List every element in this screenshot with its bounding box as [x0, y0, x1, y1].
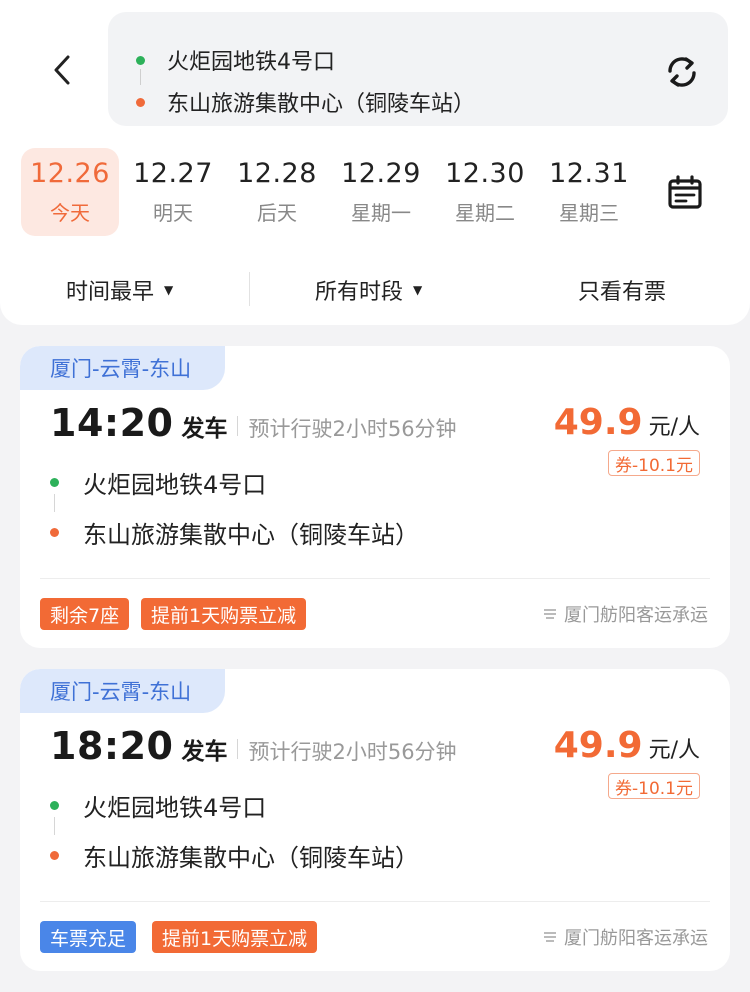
price: 49.9 元/人: [554, 725, 700, 766]
destination-dot-icon: [50, 527, 59, 537]
date-value: 12.28: [237, 158, 317, 189]
coupon-badge: 券-10.1元: [608, 773, 700, 799]
promo-badge: 提前1天购票立减: [152, 921, 318, 953]
departure-time: 14:20: [50, 401, 174, 445]
date-value: 12.26: [30, 158, 110, 189]
destination-station[interactable]: 东山旅游集散中心（铜陵车站）: [136, 82, 656, 122]
operator-info: 厦门舫阳客运承运: [542, 601, 708, 627]
date-tab-5[interactable]: 12.31 星期三: [540, 148, 638, 236]
date-value: 12.27: [133, 158, 213, 189]
destination-dot-icon: [136, 97, 145, 107]
destination-dot-icon: [50, 850, 59, 860]
route-connector: [54, 494, 55, 512]
date-value: 12.31: [549, 158, 629, 189]
divider: [40, 578, 710, 579]
sort-filter[interactable]: 时间最早 ▼: [66, 270, 173, 310]
operator-name: 厦门舫阳客运承运: [564, 928, 708, 949]
operator-info: 厦门舫阳客运承运: [542, 924, 708, 950]
origin-dot-icon: [50, 477, 59, 487]
trip-destination: 东山旅游集散中心（铜陵车站）: [50, 835, 419, 875]
origin-label: 火炬园地铁4号口: [167, 50, 335, 75]
available-only-label: 只看有票: [578, 280, 667, 305]
trip-origin: 火炬园地铁4号口: [50, 462, 266, 502]
price: 49.9 元/人: [554, 402, 700, 443]
origin-station[interactable]: 火炬园地铁4号口: [136, 40, 656, 80]
date-tab-2[interactable]: 12.28 后天: [228, 148, 326, 236]
price-unit: 元/人: [648, 415, 700, 440]
date-tab-0[interactable]: 12.26 今天: [21, 148, 119, 236]
date-value: 12.30: [445, 158, 525, 189]
period-filter-label: 所有时段: [315, 280, 404, 305]
route-connector: [54, 817, 55, 835]
calendar-icon: [668, 175, 702, 209]
operator-logo-icon: [542, 606, 558, 622]
calendar-button[interactable]: [664, 172, 706, 214]
caret-down-icon: ▼: [164, 283, 174, 297]
filter-divider: [249, 272, 250, 306]
date-weekday: 星期二: [455, 201, 515, 225]
separator: [237, 416, 239, 436]
trip-card[interactable]: 厦门-云霄-东山 18:20 发车 预计行驶2小时56分钟 49.9 元/人 券…: [20, 669, 730, 971]
departure-label: 发车: [181, 739, 228, 765]
period-filter[interactable]: 所有时段 ▼: [315, 270, 422, 310]
departure-label: 发车: [181, 416, 228, 442]
trip-destination-label: 东山旅游集散中心（铜陵车站）: [83, 843, 419, 872]
trip-origin-label: 火炬园地铁4号口: [83, 470, 267, 499]
swap-route-button[interactable]: [660, 50, 704, 94]
trip-origin: 火炬园地铁4号口: [50, 785, 266, 825]
separator: [237, 739, 239, 759]
departure-row: 18:20 发车 预计行驶2小时56分钟: [50, 724, 457, 774]
trip-duration: 预计行驶2小时56分钟: [248, 417, 457, 441]
operator-name: 厦门舫阳客运承运: [564, 605, 708, 626]
departure-row: 14:20 发车 预计行驶2小时56分钟: [50, 401, 457, 451]
trip-card[interactable]: 厦门-云霄-东山 14:20 发车 预计行驶2小时56分钟 49.9 元/人 券…: [20, 346, 730, 648]
date-value: 12.29: [341, 158, 421, 189]
price-unit: 元/人: [648, 738, 700, 763]
line-tag: 厦门-云霄-东山: [20, 346, 226, 390]
departure-time: 18:20: [50, 724, 174, 768]
date-tab-4[interactable]: 12.30 星期二: [436, 148, 534, 236]
seats-badge: 车票充足: [40, 921, 137, 953]
price-amount: 49.9: [553, 725, 643, 766]
seats-badge: 剩余7座: [40, 598, 130, 630]
coupon-badge: 券-10.1元: [608, 450, 700, 476]
date-weekday: 星期三: [559, 201, 619, 225]
caret-down-icon: ▼: [413, 283, 423, 297]
back-button[interactable]: [40, 48, 84, 92]
price-amount: 49.9: [553, 402, 643, 443]
route-selector[interactable]: 火炬园地铁4号口 东山旅游集散中心（铜陵车站）: [108, 12, 728, 126]
operator-logo-icon: [542, 929, 558, 945]
trip-destination: 东山旅游集散中心（铜陵车站）: [50, 512, 419, 552]
date-tab-1[interactable]: 12.27 明天: [124, 148, 222, 236]
trip-duration: 预计行驶2小时56分钟: [248, 740, 457, 764]
available-only-filter[interactable]: 只看有票: [578, 270, 666, 310]
date-weekday: 后天: [257, 201, 297, 225]
trip-origin-label: 火炬园地铁4号口: [83, 793, 267, 822]
trip-destination-label: 东山旅游集散中心（铜陵车站）: [83, 520, 419, 549]
divider: [40, 901, 710, 902]
refresh-icon: [668, 57, 696, 87]
date-weekday: 星期一: [351, 201, 411, 225]
origin-dot-icon: [136, 55, 145, 65]
date-weekday: 今天: [50, 201, 90, 225]
promo-badge: 提前1天购票立减: [141, 598, 307, 630]
date-weekday: 明天: [153, 201, 193, 225]
line-tag: 厦门-云霄-东山: [20, 669, 226, 713]
date-tab-3[interactable]: 12.29 星期一: [332, 148, 430, 236]
origin-dot-icon: [50, 800, 59, 810]
destination-label: 东山旅游集散中心（铜陵车站）: [167, 92, 476, 117]
header: 火炬园地铁4号口 东山旅游集散中心（铜陵车站） 12.26 今天 12.27 明…: [0, 0, 750, 325]
sort-filter-label: 时间最早: [66, 280, 155, 305]
chevron-left-icon: [54, 55, 70, 85]
